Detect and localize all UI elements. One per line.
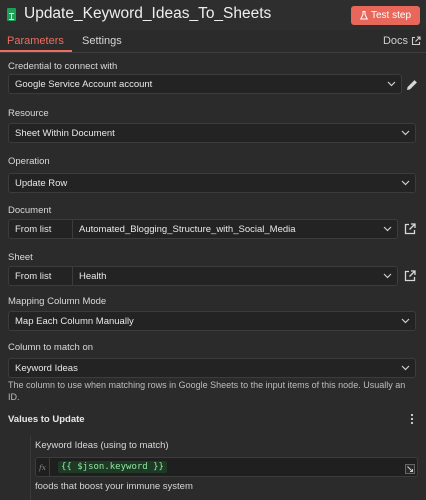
- expression-result: foods that boost your immune system: [35, 481, 193, 492]
- keyword-ideas-expression-field[interactable]: fx {{ $json.keyword }}: [35, 457, 418, 477]
- sheet-value: Health: [79, 270, 107, 282]
- sheet-value-select[interactable]: Health: [73, 266, 397, 286]
- resource-value: Sheet Within Document: [15, 127, 115, 139]
- document-value: Automated_Blogging_Structure_with_Social…: [79, 223, 296, 235]
- document-mode-select[interactable]: From list: [9, 220, 73, 238]
- credential-label: Credential to connect with: [8, 61, 118, 72]
- resource-label: Resource: [8, 108, 49, 119]
- match-column-value: Keyword Ideas: [15, 362, 78, 374]
- external-link-icon[interactable]: [403, 269, 417, 283]
- node-title[interactable]: Update_Keyword_Ideas_To_Sheets: [24, 5, 271, 23]
- chevron-down-icon: [398, 123, 412, 143]
- chevron-down-icon: [384, 74, 398, 94]
- mapping-mode-label: Mapping Column Mode: [8, 296, 107, 307]
- values-section-title: Values to Update: [8, 414, 85, 425]
- operation-select[interactable]: Update Row: [8, 173, 416, 193]
- chevron-down-icon: [380, 219, 394, 239]
- operation-value: Update Row: [15, 177, 68, 189]
- sheet-mode-select[interactable]: From list: [9, 267, 73, 285]
- flask-icon: [359, 11, 368, 20]
- tab-settings[interactable]: Settings: [82, 35, 122, 47]
- mapping-mode-select[interactable]: Map Each Column Manually: [8, 311, 416, 331]
- chevron-down-icon: [398, 311, 412, 331]
- chevron-down-icon: [398, 173, 412, 193]
- sheet-label: Sheet: [8, 252, 33, 263]
- docs-link[interactable]: Docs: [383, 35, 421, 47]
- document-value-select[interactable]: Automated_Blogging_Structure_with_Social…: [73, 219, 397, 239]
- resource-select[interactable]: Sheet Within Document: [8, 123, 416, 143]
- test-step-label: Test step: [370, 10, 412, 21]
- match-column-select[interactable]: Keyword Ideas: [8, 358, 416, 378]
- node-header: Update_Keyword_Ideas_To_Sheets Test step: [0, 0, 426, 30]
- active-tab-indicator: [0, 50, 72, 52]
- expand-icon[interactable]: [405, 464, 415, 474]
- expression-value: {{ $json.keyword }}: [58, 461, 167, 473]
- fx-icon: fx: [36, 458, 50, 476]
- external-link-icon: [411, 36, 421, 46]
- document-select[interactable]: From list Automated_Blogging_Structure_w…: [8, 219, 398, 239]
- keyword-ideas-label: Keyword Ideas (using to match): [35, 440, 169, 451]
- kebab-icon[interactable]: [408, 413, 416, 425]
- chevron-down-icon: [398, 358, 412, 378]
- google-sheets-icon: [7, 8, 16, 21]
- sheet-select[interactable]: From list Health: [8, 266, 398, 286]
- chevron-down-icon: [380, 266, 394, 286]
- credential-value: Google Service Account account: [15, 78, 153, 90]
- credential-select[interactable]: Google Service Account account: [8, 74, 402, 94]
- operation-label: Operation: [8, 156, 50, 167]
- docs-label: Docs: [382, 35, 408, 47]
- values-group-line: [30, 436, 31, 500]
- match-column-label: Column to match on: [8, 342, 94, 353]
- mapping-mode-value: Map Each Column Manually: [15, 315, 134, 327]
- pencil-icon[interactable]: [405, 78, 419, 92]
- match-column-hint: The column to use when matching rows in …: [8, 380, 406, 402]
- test-step-button[interactable]: Test step: [351, 6, 420, 25]
- external-link-icon[interactable]: [403, 222, 417, 236]
- tab-parameters[interactable]: Parameters: [7, 35, 64, 47]
- document-label: Document: [8, 205, 52, 216]
- tab-bar: Parameters Settings Docs: [0, 30, 426, 53]
